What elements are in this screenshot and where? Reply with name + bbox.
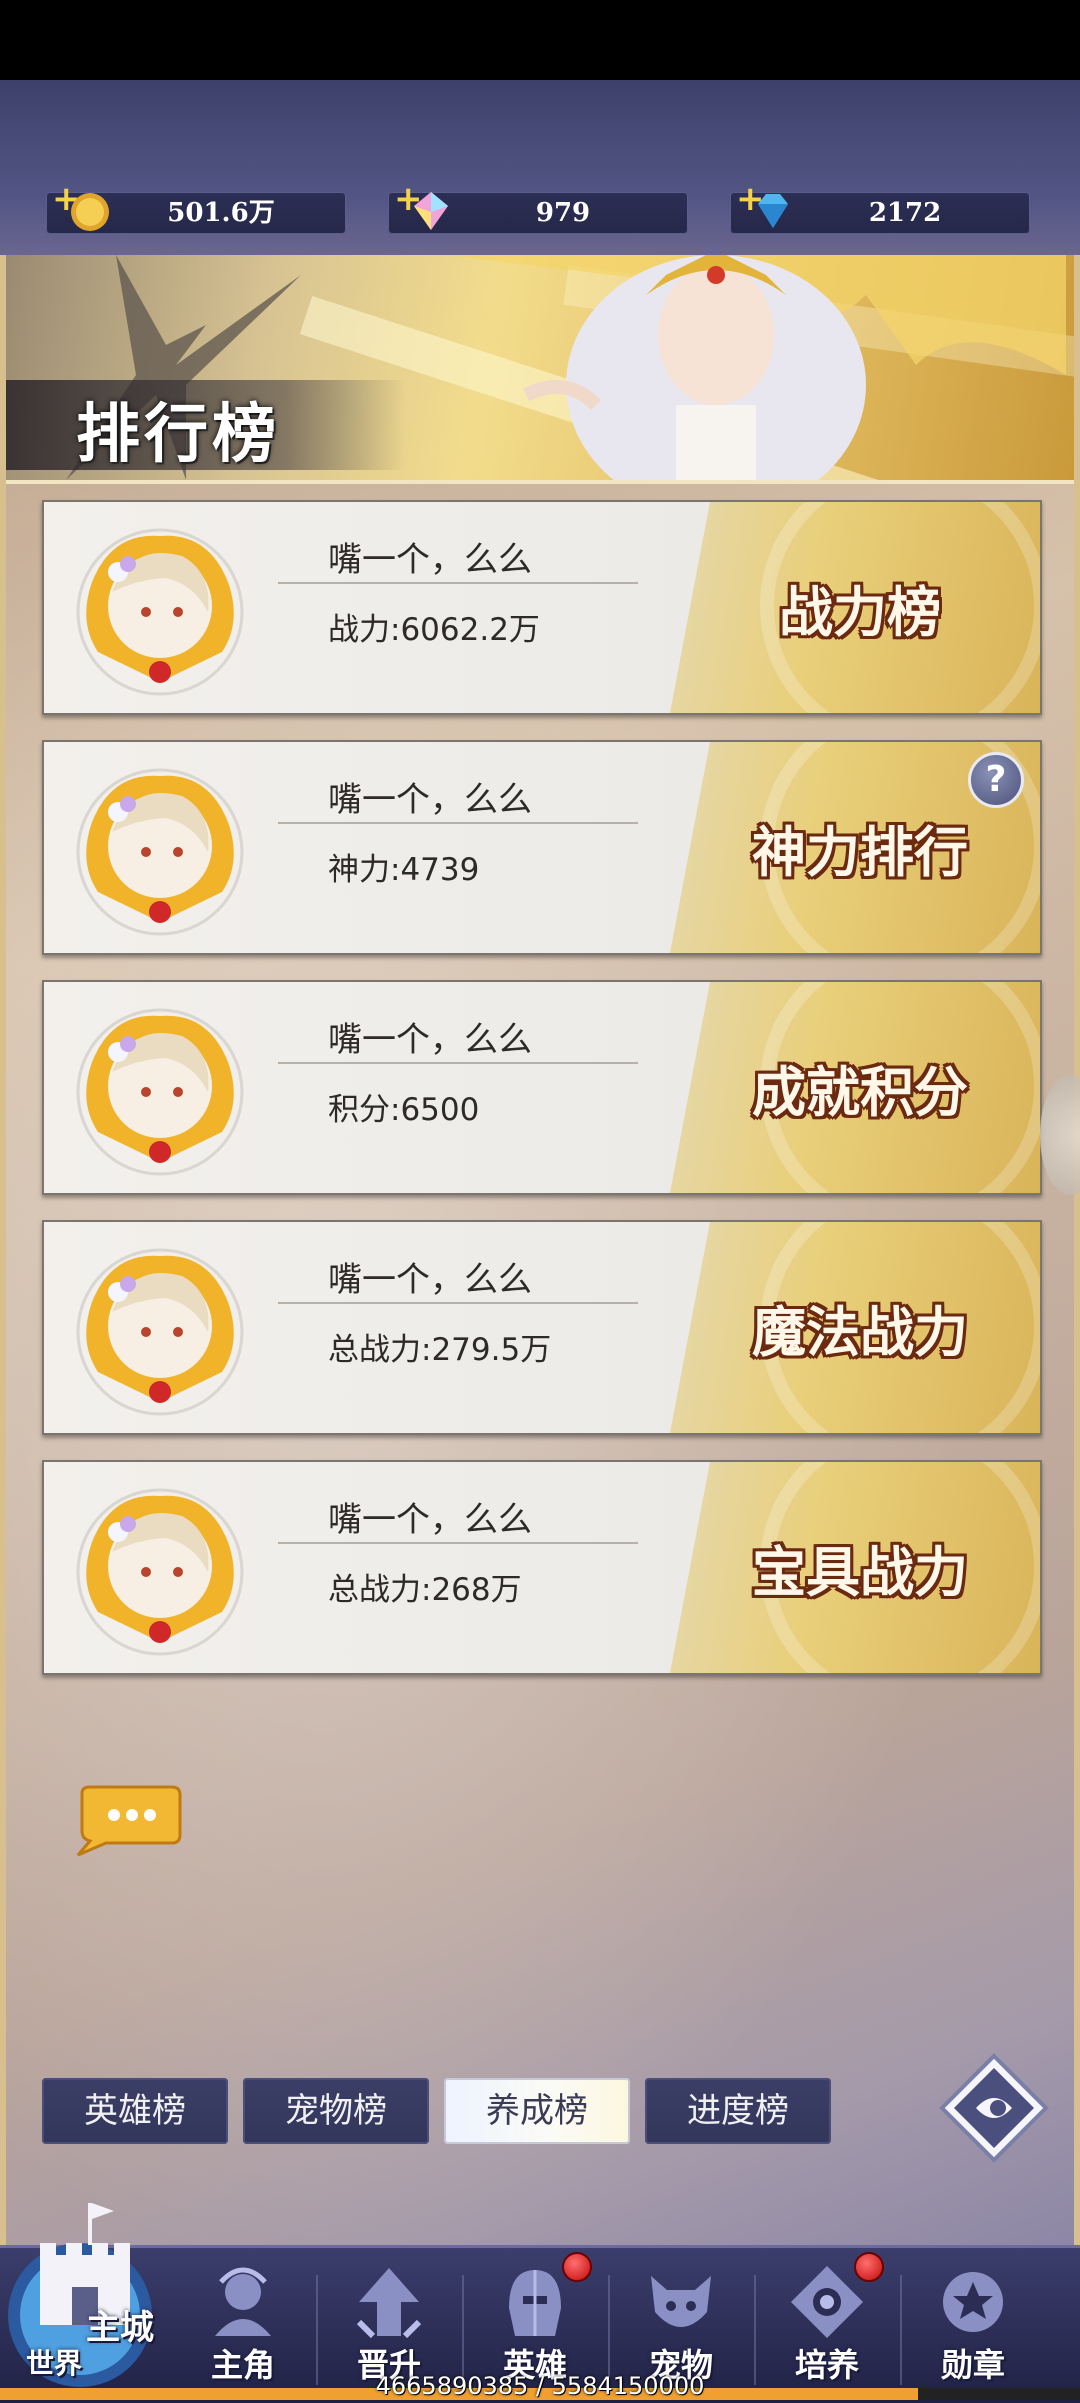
pet-icon	[651, 2276, 711, 2327]
ranking-title: 魔法战力	[752, 1300, 968, 1364]
gold-amount: 501.6万	[167, 198, 275, 228]
nav-item[interactable]: 英雄	[462, 2262, 608, 2384]
help-button[interactable]: ?	[968, 752, 1024, 808]
nav-item[interactable]: 培养	[754, 2262, 900, 2384]
memory-readout: 4665890385 / 5584150000	[375, 2372, 705, 2400]
ranking-title: 宝具战力	[752, 1540, 968, 1604]
player-stat: 积分:6500	[328, 1092, 480, 1128]
player-stat: 神力:4739	[328, 852, 480, 888]
player-name: 嘴一个，么么	[328, 1020, 532, 1060]
ranking-card[interactable]: 嘴一个，么么 战力:6062.2万 战力榜	[42, 500, 1042, 715]
promotion-icon	[356, 2268, 422, 2339]
crystal-currency[interactable]: + 979	[388, 182, 688, 234]
nav-separator	[608, 2275, 610, 2385]
player-stat: 总战力:279.5万	[328, 1332, 552, 1368]
status-bar	[0, 0, 1080, 80]
goddess-illustration	[446, 255, 1066, 480]
player-name: 嘴一个，么么	[328, 540, 532, 580]
player-avatar	[76, 768, 244, 936]
notification-badge	[854, 2252, 884, 2282]
ranking-title: 神力排行	[752, 820, 968, 884]
nav-separator	[900, 2275, 902, 2385]
tab-hero-ranking[interactable]: 英雄榜	[42, 2078, 228, 2144]
tab-growth-ranking[interactable]: 养成榜	[444, 2078, 630, 2144]
nav-item[interactable]: 勋章	[900, 2262, 1046, 2384]
player-stat: 战力:6062.2万	[328, 612, 540, 648]
player-avatar	[76, 1008, 244, 1176]
ranking-card[interactable]: 嘴一个，么么 积分:6500 成就积分	[42, 980, 1042, 1195]
player-stat: 总战力:268万	[328, 1572, 522, 1608]
home-main-label: 主城	[86, 2308, 154, 2348]
medal-icon	[943, 2272, 1003, 2332]
nav-separator	[316, 2275, 318, 2385]
nav-separator	[754, 2275, 756, 2385]
page-title: 排行榜	[76, 397, 280, 472]
crystal-amount: 979	[535, 198, 591, 228]
player-name: 嘴一个，么么	[328, 1260, 532, 1300]
tab-progress-ranking[interactable]: 进度榜	[645, 2078, 831, 2144]
nav-item[interactable]: 主角	[170, 2262, 316, 2384]
ranking-title: 成就积分	[752, 1060, 968, 1124]
nav-item[interactable]: 晋升	[316, 2262, 462, 2384]
nav-separator	[462, 2275, 464, 2385]
ranking-card[interactable]: 嘴一个，么么 神力:4739 神力排行	[42, 740, 1042, 955]
ranking-title: 战力榜	[779, 580, 941, 644]
player-name: 嘴一个，么么	[328, 780, 532, 820]
tab-pet-ranking[interactable]: 宠物榜	[243, 2078, 429, 2144]
chat-bubble-icon[interactable]	[72, 1785, 182, 1857]
leaderboard-banner: 排行榜	[6, 255, 1074, 484]
ranking-card[interactable]: 嘴一个，么么 总战力:268万 宝具战力	[42, 1460, 1042, 1675]
gold-currency[interactable]: + 501.6万	[46, 182, 346, 234]
player-avatar	[76, 528, 244, 696]
player-avatar	[76, 1248, 244, 1416]
diamond-currency[interactable]: + 2172	[730, 182, 1030, 234]
diamond-amount: 2172	[868, 198, 942, 228]
hero-profile-icon	[215, 2267, 271, 2336]
nav-item[interactable]: 宠物	[608, 2262, 754, 2384]
back-diamond-icon[interactable]	[938, 2052, 1050, 2164]
player-name: 嘴一个，么么	[328, 1500, 532, 1540]
player-avatar	[76, 1488, 244, 1656]
notification-badge	[562, 2252, 592, 2282]
ranking-card[interactable]: 嘴一个，么么 总战力:279.5万 魔法战力	[42, 1220, 1042, 1435]
